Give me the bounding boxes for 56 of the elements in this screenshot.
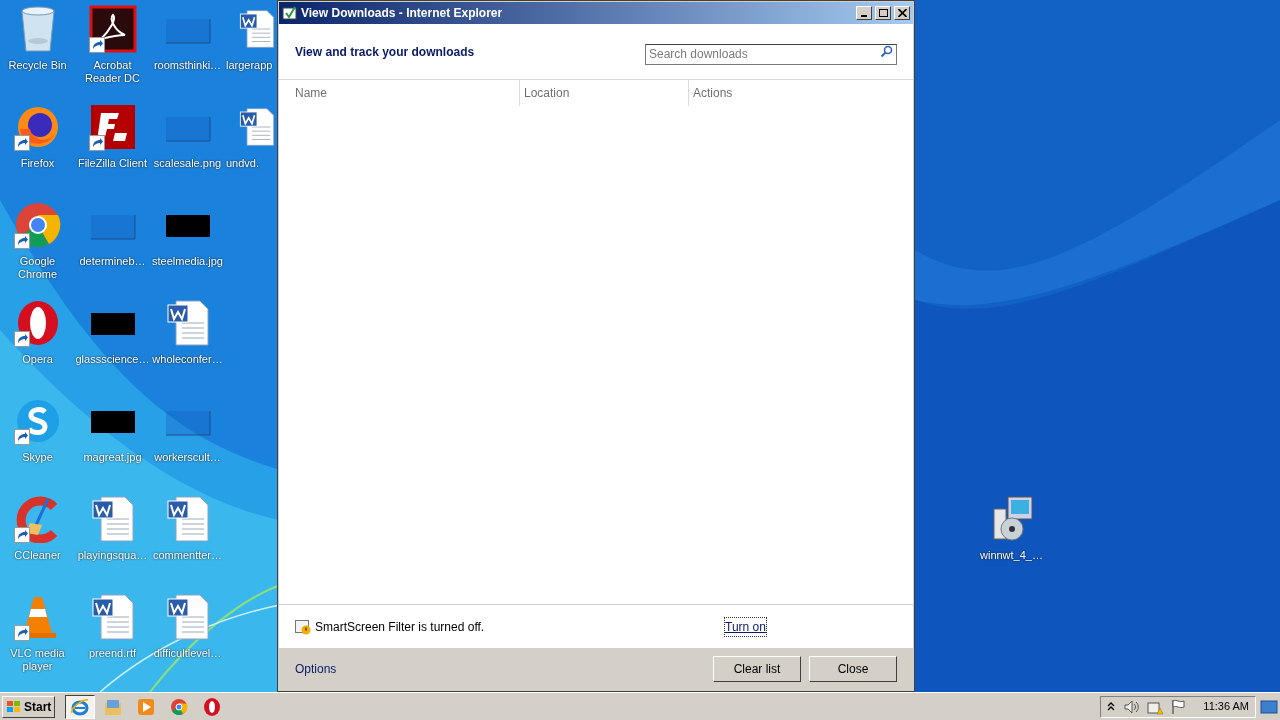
desktop-icon-label[interactable]: undvd. (226, 157, 260, 170)
desktop-icon-label[interactable]: Firefox (0, 157, 75, 170)
desktop-icon-label[interactable]: Opera (0, 353, 75, 366)
desktop-icon-label[interactable]: Recycle Bin (0, 59, 75, 72)
windows-logo-icon (6, 699, 22, 714)
desktop-icon-label[interactable]: CCleaner (0, 549, 75, 562)
desktop-icon-label[interactable]: Google Chrome (0, 255, 75, 281)
maximize-icon (878, 9, 888, 17)
column-header[interactable]: Location (519, 80, 688, 106)
desktop-icon-label[interactable]: Skype (0, 451, 75, 464)
close-button[interactable] (894, 6, 910, 20)
maximize-button[interactable] (875, 6, 891, 20)
clock[interactable]: 11:36 AM (1203, 698, 1249, 715)
minimize-icon (861, 14, 867, 17)
column-header[interactable]: Actions (688, 80, 913, 106)
start-button[interactable]: Start (2, 695, 56, 718)
search-icon[interactable] (880, 45, 893, 58)
acrobat-icon (88, 5, 137, 53)
desktop-icon-label[interactable]: VLC media player (0, 647, 75, 673)
opera-icon (202, 696, 223, 717)
show-desktop-icon[interactable] (1260, 698, 1278, 715)
desktop-icon-label[interactable]: magreat.jpg (75, 451, 150, 464)
download-app-icon (282, 5, 298, 21)
desktop-icon-label[interactable]: FileZilla Client (75, 157, 150, 170)
desktop-icon-label[interactable]: winnwt_4_… (974, 549, 1049, 562)
chevron-up-icon[interactable] (1107, 701, 1116, 712)
desktop-icon-label[interactable]: commentter… (150, 549, 225, 562)
close-icon (897, 9, 907, 17)
flag-icon[interactable] (1171, 698, 1186, 715)
dialog-button[interactable]: Clear list (713, 656, 801, 682)
shield-warning-icon (295, 618, 311, 635)
desktop-icon-label[interactable]: determineb… (75, 255, 150, 268)
taskbar-app-button[interactable] (65, 694, 96, 719)
options-link[interactable]: Options (295, 660, 713, 678)
desktop-icon-label[interactable]: glassscience… (75, 353, 150, 366)
desktop-icon-label[interactable]: scalesale.png (150, 157, 225, 170)
speaker-icon[interactable] (1123, 699, 1140, 714)
smartscreen-message: SmartScreen Filter is turned off. (315, 618, 486, 636)
turn-on-link[interactable]: Turn on (725, 617, 766, 636)
desktop-icon-label[interactable]: steelmedia.jpg (150, 255, 225, 268)
minimize-button[interactable] (856, 6, 872, 20)
column-header[interactable]: Name (279, 80, 519, 106)
media-player-icon (136, 696, 157, 717)
chrome-icon (169, 696, 190, 717)
window-title: View Downloads - Internet Explorer (301, 5, 504, 22)
dialog-button[interactable]: Close (809, 656, 897, 682)
desktop-icon-label[interactable]: roomsthinki… (150, 59, 225, 72)
desktop-icon-label[interactable]: playingsqua… (75, 549, 150, 562)
desktop-icon-label[interactable]: preend.rtf (75, 647, 150, 660)
desktop-icon-label[interactable]: workerscult… (150, 451, 225, 464)
desktop-icon-label[interactable]: largerapp (226, 59, 273, 72)
downloads-heading: View and track your downloads (295, 43, 475, 61)
desktop-icon-label[interactable]: wholeconfer… (150, 353, 225, 366)
search-field[interactable]: Search downloads (645, 43, 897, 65)
desktop-icon-label[interactable]: Acrobat Reader DC (75, 59, 150, 85)
internet-explorer-icon (70, 696, 91, 717)
